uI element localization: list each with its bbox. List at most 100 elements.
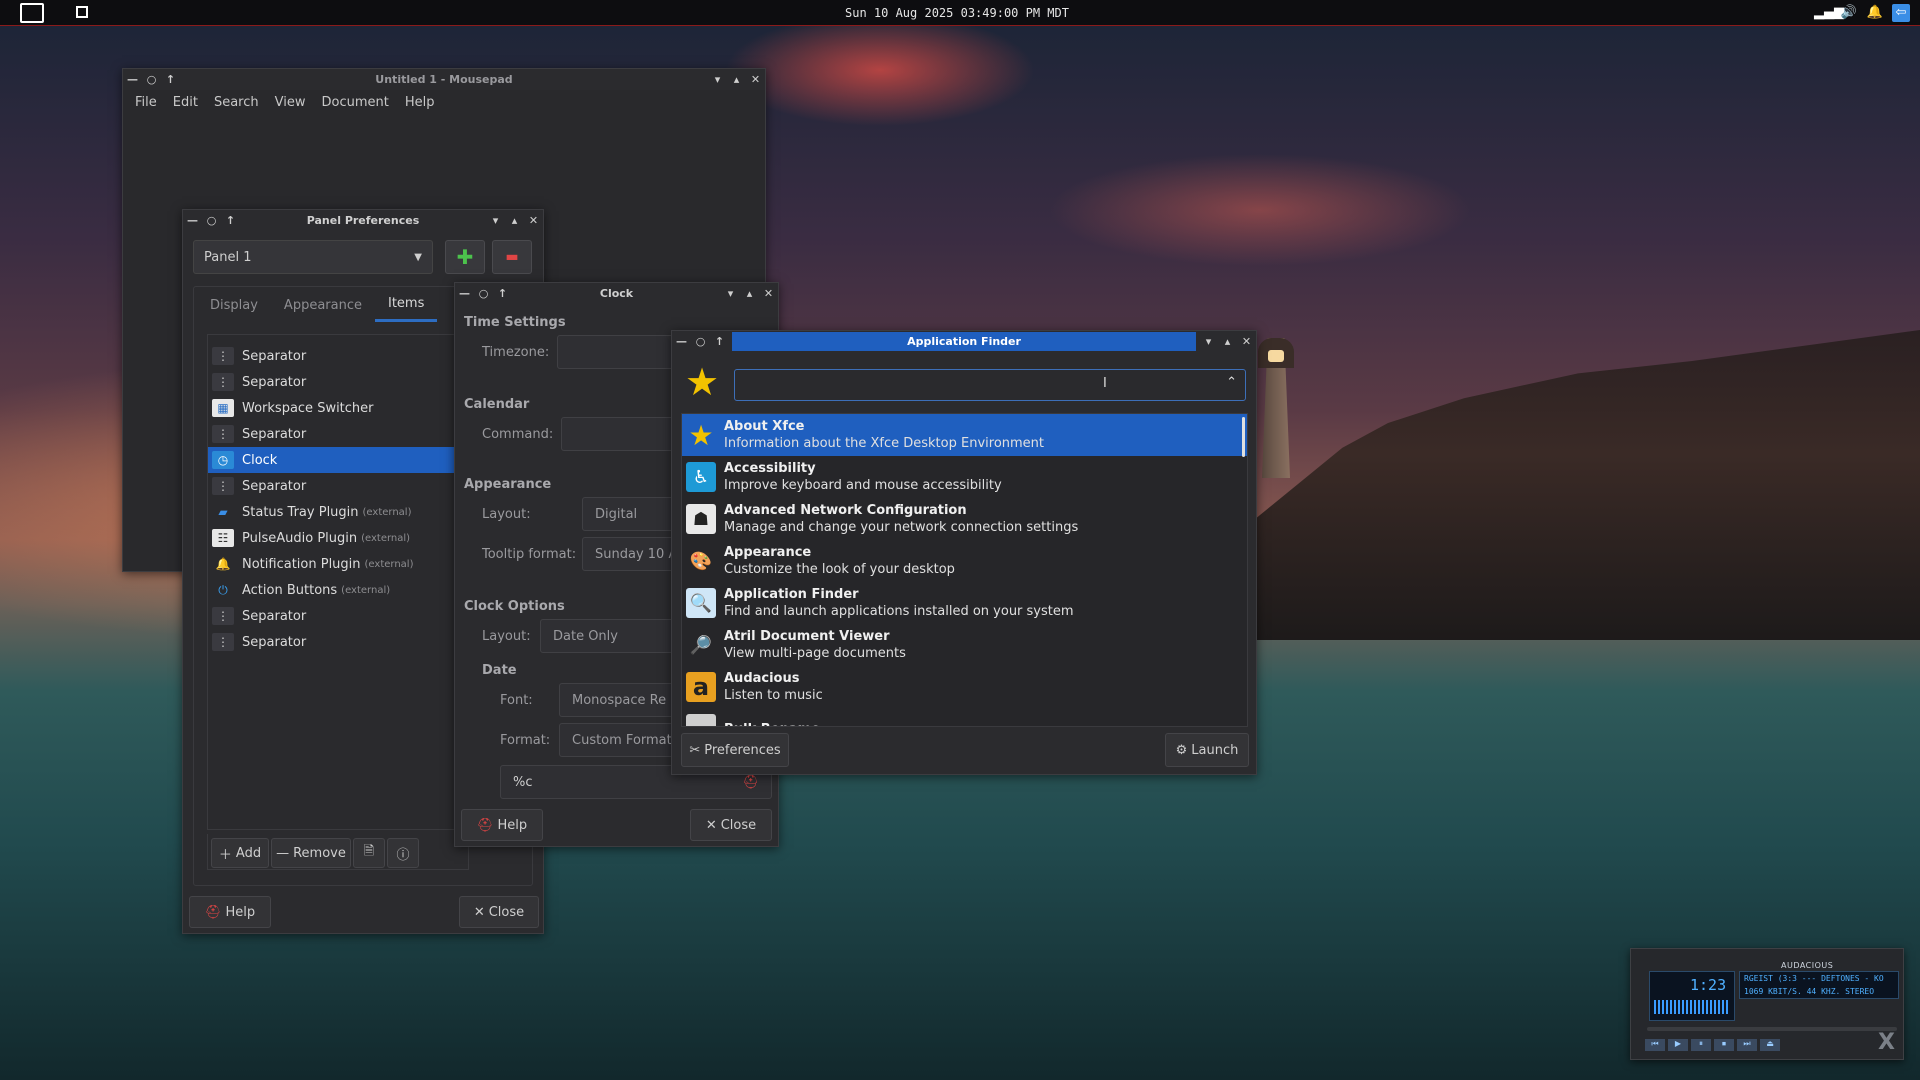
clock-titlebar[interactable]: — ○ ↑ Clock ▾ ▴ ✕ [455,283,778,304]
pause-icon[interactable]: ⏸ [1691,1039,1711,1051]
menu-document[interactable]: Document [313,93,396,112]
shade-icon[interactable]: ▾ [1199,332,1218,351]
next-icon[interactable]: ⏭ [1737,1039,1757,1051]
app-list-item[interactable]: 🔎 Atril Document Viewer View multi-page do… [682,624,1247,666]
clear-icon[interactable]: ⛑ [742,775,759,790]
panel-select[interactable]: Panel 1 ▼ [193,240,433,274]
preferences-button[interactable]: ✂ Preferences [681,733,789,767]
eject-icon[interactable]: ⏏ [1760,1039,1780,1051]
signal-icon[interactable]: ▂▄▆ [1814,4,1844,22]
app-list-scrollbar[interactable] [1242,417,1245,457]
close-icon[interactable]: ✕ [1237,332,1256,351]
font-label: Font: [500,693,533,708]
maximize-icon[interactable]: ▴ [505,211,524,230]
help-icon: ⛑ [476,817,494,833]
menu-file[interactable]: File [127,93,165,112]
app-list-item[interactable]: ▭ Bulk Rename [682,708,1247,726]
shade-icon[interactable]: ▾ [721,284,740,303]
tab-items[interactable]: Items [374,288,438,322]
window-menu-icon[interactable]: — [455,284,474,303]
audacious-controls: ⏮ ▶ ⏸ ⏹ ⏭ ⏏ [1645,1039,1780,1051]
add-panel-button[interactable]: ✚ [445,240,485,274]
panel-item-label: Separator [242,426,307,442]
shade-icon[interactable]: ▾ [486,211,505,230]
close-icon[interactable]: ✕ [759,284,778,303]
maximize-icon[interactable]: ▴ [1218,332,1237,351]
prev-icon[interactable]: ⏮ [1645,1039,1665,1051]
exit-icon[interactable]: ⇦ [1892,4,1910,22]
above-icon[interactable]: ↑ [161,70,180,89]
window-menu-icon[interactable]: — [672,332,691,351]
stick-icon[interactable]: ○ [691,332,710,351]
close-icon[interactable]: ✕ [746,70,765,89]
app-list-item[interactable]: ★ About Xfce Information about the Xfce De… [682,414,1247,456]
app-list-item[interactable]: 🔍 Application Finder Find and launch appli… [682,582,1247,624]
menu-edit[interactable]: Edit [165,93,206,112]
above-icon[interactable]: ↑ [710,332,729,351]
app-finder-titlebar[interactable]: — ○ ↑ Application Finder ▾ ▴ ✕ [672,331,1256,352]
launch-button[interactable]: ⚙ Launch [1165,733,1249,767]
stick-icon[interactable]: ○ [202,211,221,230]
audacious-time: 1:23 [1690,976,1727,994]
collapse-icon[interactable]: ⌃ [1226,375,1237,390]
app-menu-icon[interactable] [20,3,44,23]
close-icon[interactable]: ✕ [524,211,543,230]
window-menu-icon[interactable]: — [183,211,202,230]
app-search-input[interactable]: I ⌃ [734,369,1246,401]
window-menu-icon[interactable]: — [123,70,142,89]
remove-panel-button[interactable]: ▬ [492,240,532,274]
audacious-seekbar[interactable] [1647,1027,1897,1031]
app-name: Appearance [724,545,812,560]
app-list-item[interactable]: 🎨 Appearance Customize the look of your de… [682,540,1247,582]
audacious-title[interactable]: AUDACIOUS [1781,961,1833,970]
item-properties-button[interactable]: 🗎 [353,838,385,868]
panel-prefs-close-button[interactable]: ✕ Close [459,896,539,928]
stop-icon[interactable]: ⏹ [1714,1039,1734,1051]
app-item-text: Audacious Listen to music [724,670,823,704]
menu-search[interactable]: Search [206,93,267,112]
app-list-item[interactable]: ♿ Accessibility Improve keyboard and mouse… [682,456,1247,498]
panel-item-label: Workspace Switcher [242,400,374,416]
app-description: Listen to music [724,688,823,703]
above-icon[interactable]: ↑ [221,211,240,230]
panel-prefs-help-button[interactable]: ⛑ Help [189,896,271,928]
clock-close-button[interactable]: ✕ Close [690,809,772,841]
panel-item-label: Separator [242,608,307,624]
audacious-track-display[interactable]: RGEIST (3:3 --- DEFTONES - KO 1069 KBIT/… [1739,971,1899,999]
close-x-icon: ✕ [473,904,485,920]
tab-appearance[interactable]: Appearance [271,288,375,322]
play-icon[interactable]: ▶ [1668,1039,1688,1051]
bell-icon: 🔔 [215,557,231,571]
palette-icon: 🎨 [689,550,713,572]
tab-display[interactable]: Display [197,288,271,322]
preferences-label: Preferences [704,742,781,758]
maximize-icon[interactable]: ▴ [727,70,746,89]
app-name: Atril Document Viewer [724,629,890,644]
stick-icon[interactable]: ○ [142,70,161,89]
stick-icon[interactable]: ○ [474,284,493,303]
app-list-item[interactable]: ☗ Advanced Network Configuration Manage an… [682,498,1247,540]
volume-icon[interactable]: 🔊 [1840,4,1858,22]
menu-view[interactable]: View [267,93,314,112]
maximize-icon[interactable]: ▴ [740,284,759,303]
app-description: View multi-page documents [724,646,906,661]
shade-icon[interactable]: ▾ [708,70,727,89]
panel-item-label: Separator [242,478,307,494]
remove-item-button[interactable]: — Remove [271,838,351,868]
audacious-visualizer[interactable]: 1:23 [1649,971,1735,1021]
above-icon[interactable]: ↑ [493,284,512,303]
show-desktop-icon[interactable] [76,6,88,18]
audacious-track: RGEIST (3:3 --- DEFTONES - KO [1744,974,1884,983]
clock-help-button[interactable]: ⛑ Help [461,809,543,841]
item-about-button[interactable]: ⓘ [387,838,419,868]
panel-prefs-titlebar[interactable]: — ○ ↑ Panel Preferences ▾ ▴ ✕ [183,210,543,231]
panel-prefs-tabs: Display Appearance Items [197,288,438,322]
panel-clock[interactable]: Sun 10 Aug 2025 03:49:00 PM MDT [845,6,1069,20]
add-item-button[interactable]: ＋ Add [211,838,269,868]
mousepad-titlebar[interactable]: — ○ ↑ Untitled 1 - Mousepad ▾ ▴ ✕ [123,69,765,90]
menu-help[interactable]: Help [397,93,443,112]
date-heading: Date [482,663,517,678]
visualizer-bars [1654,1000,1730,1014]
bell-icon[interactable]: 🔔 [1866,4,1884,22]
app-list-item[interactable]: a Audacious Listen to music [682,666,1247,708]
